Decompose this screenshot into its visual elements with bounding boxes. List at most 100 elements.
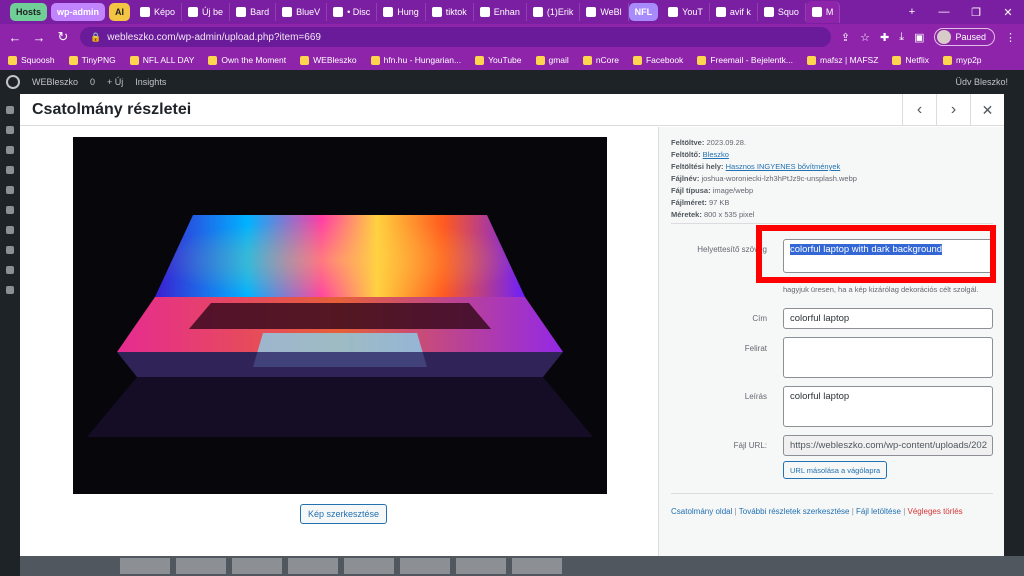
bookmark-icon	[892, 55, 902, 65]
attachment-page-link[interactable]: Csatolmány oldal	[671, 507, 732, 516]
bookmark-item[interactable]: YouTube	[475, 55, 522, 65]
insights-link[interactable]: Insights	[135, 77, 166, 87]
reload-icon[interactable]: ↻	[56, 29, 70, 45]
new-tab-button[interactable]: +	[896, 6, 928, 18]
title-label: Cím	[752, 314, 767, 323]
browser-tab[interactable]: WeBl	[580, 3, 629, 21]
share-icon[interactable]: ⇪	[841, 31, 850, 44]
minimize-icon[interactable]: —	[928, 6, 960, 18]
comments-count[interactable]: 0	[90, 77, 95, 87]
browser-tab[interactable]: Új be	[182, 3, 231, 21]
bookmark-item[interactable]: Freemail - Bejelentk...	[697, 55, 793, 65]
bookmark-item[interactable]: mafsz | MAFSZ	[806, 55, 878, 65]
favicon-icon	[333, 7, 344, 17]
caption-label: Felirat	[744, 344, 767, 353]
wp-admin-bar: WEBleszko 0 + Új Insights Üdv Bleszko!	[0, 70, 1024, 94]
forward-icon[interactable]: →	[32, 30, 46, 45]
description-field[interactable]: colorful laptop	[783, 386, 993, 427]
menu-icon[interactable]	[6, 226, 14, 234]
favicon-icon	[188, 7, 199, 17]
close-window-icon[interactable]: ✕	[992, 6, 1024, 19]
menu-icon[interactable]	[6, 146, 14, 154]
browser-tab[interactable]: YouT	[662, 3, 710, 21]
bookmark-item[interactable]: Own the Moment	[208, 55, 286, 65]
caption-field[interactable]	[783, 337, 993, 378]
favicon-icon	[586, 7, 597, 17]
file-url-field[interactable]: https://webleszko.com/wp-content/uploads…	[783, 435, 993, 456]
menu-icon[interactable]	[6, 286, 14, 294]
browser-tab[interactable]: Bard	[230, 3, 277, 21]
menu-icon[interactable]	[6, 266, 14, 274]
menu-icon[interactable]	[6, 126, 14, 134]
sidepanel-icon[interactable]: ▣	[914, 31, 924, 44]
next-attachment-button[interactable]: ›	[936, 94, 970, 126]
bookmark-item[interactable]: Facebook	[632, 55, 683, 65]
bookmark-item[interactable]: Squoosh	[8, 55, 55, 65]
user-greeting[interactable]: Üdv Bleszko!	[955, 77, 1018, 87]
browser-tab[interactable]: Hosts	[10, 3, 48, 21]
bookmark-item[interactable]: NFL ALL DAY	[129, 55, 194, 65]
edit-image-button[interactable]: Kép szerkesztése	[300, 504, 388, 524]
profile-button[interactable]: Paused	[934, 28, 995, 46]
browser-tab-label: • Disc	[347, 7, 371, 17]
bookmark-item[interactable]: TinyPNG	[68, 55, 116, 65]
browser-tab[interactable]: • Disc	[327, 3, 378, 21]
new-content-button[interactable]: + Új	[107, 77, 123, 87]
previous-attachment-button[interactable]: ‹	[902, 94, 936, 126]
browser-tab[interactable]: tiktok	[426, 3, 474, 21]
browser-tab[interactable]: (1)Erik	[527, 3, 581, 21]
browser-tab[interactable]: Hung	[377, 3, 426, 21]
browser-tab[interactable]: Enhan	[474, 3, 527, 21]
maximize-icon[interactable]: ❐	[960, 6, 992, 19]
site-name[interactable]: WEBleszko	[32, 77, 78, 87]
browser-tab[interactable]: M	[805, 1, 841, 23]
extensions-icon[interactable]: ✚	[880, 31, 889, 44]
copy-url-button[interactable]: URL másolása a vágólapra	[783, 461, 888, 479]
bookmark-item[interactable]: gmail	[535, 55, 569, 65]
close-modal-button[interactable]: ✕	[970, 94, 1004, 126]
menu-icon[interactable]	[6, 206, 14, 214]
bookmark-icon	[632, 55, 642, 65]
favicon-icon	[479, 7, 490, 17]
menu-icon[interactable]: ⋮	[1005, 31, 1016, 44]
browser-tab-label: tiktok	[445, 7, 467, 17]
bookmark-item[interactable]: Netflix	[892, 55, 929, 65]
bookmark-item[interactable]: nCore	[582, 55, 619, 65]
media-thumbnail	[176, 558, 226, 574]
browser-tab[interactable]: wp-admin	[51, 3, 106, 21]
back-icon[interactable]: ←	[8, 30, 22, 45]
title-field[interactable]: colorful laptop	[783, 308, 993, 329]
download-file-link[interactable]: Fájl letöltése	[856, 507, 901, 516]
wordpress-logo-icon[interactable]	[6, 75, 20, 89]
download-icon[interactable]: ⤓	[899, 31, 904, 44]
bookmark-item[interactable]: myp2p	[943, 55, 982, 65]
browser-tab[interactable]: avif k	[710, 3, 758, 21]
delete-permanently-link[interactable]: Végleges törlés	[908, 507, 963, 516]
close-icon: ✕	[981, 101, 994, 118]
meta-label: Méretek:	[671, 210, 702, 219]
favicon-icon	[236, 7, 247, 17]
browser-tab[interactable]: NFL	[628, 3, 659, 21]
bookmark-icon	[582, 55, 592, 65]
menu-icon[interactable]	[6, 166, 14, 174]
uploader-link[interactable]: Bleszko	[703, 150, 729, 159]
browser-tab[interactable]: BlueV	[276, 3, 328, 21]
bookmark-item[interactable]: WEBleszko	[300, 55, 357, 65]
browser-tab[interactable]: Squo	[758, 3, 806, 21]
menu-icon[interactable]	[6, 186, 14, 194]
edit-more-details-link[interactable]: További részletek szerkesztése	[739, 507, 850, 516]
file-url-label: Fájl URL:	[733, 441, 767, 450]
alt-text-help: hagyjuk üresen, ha a kép kizárólag dekor…	[783, 285, 979, 294]
url-text: webleszko.com/wp-admin/upload.php?item=6…	[107, 31, 321, 43]
browser-tab[interactable]: AI	[109, 3, 131, 21]
menu-icon[interactable]	[6, 246, 14, 254]
star-icon[interactable]: ☆	[860, 31, 870, 44]
url-input[interactable]: 🔒 webleszko.com/wp-admin/upload.php?item…	[80, 27, 831, 47]
uploaded-to-link[interactable]: Hasznos INGYENES bővítmények	[726, 162, 841, 171]
menu-icon[interactable]	[6, 106, 14, 114]
bookmark-icon	[370, 55, 380, 65]
bookmark-item[interactable]: hfn.hu - Hungarian...	[370, 55, 461, 65]
browser-tab[interactable]: Képo	[134, 3, 183, 21]
bookmark-icon	[697, 55, 707, 65]
description-label: Leírás	[744, 392, 767, 401]
